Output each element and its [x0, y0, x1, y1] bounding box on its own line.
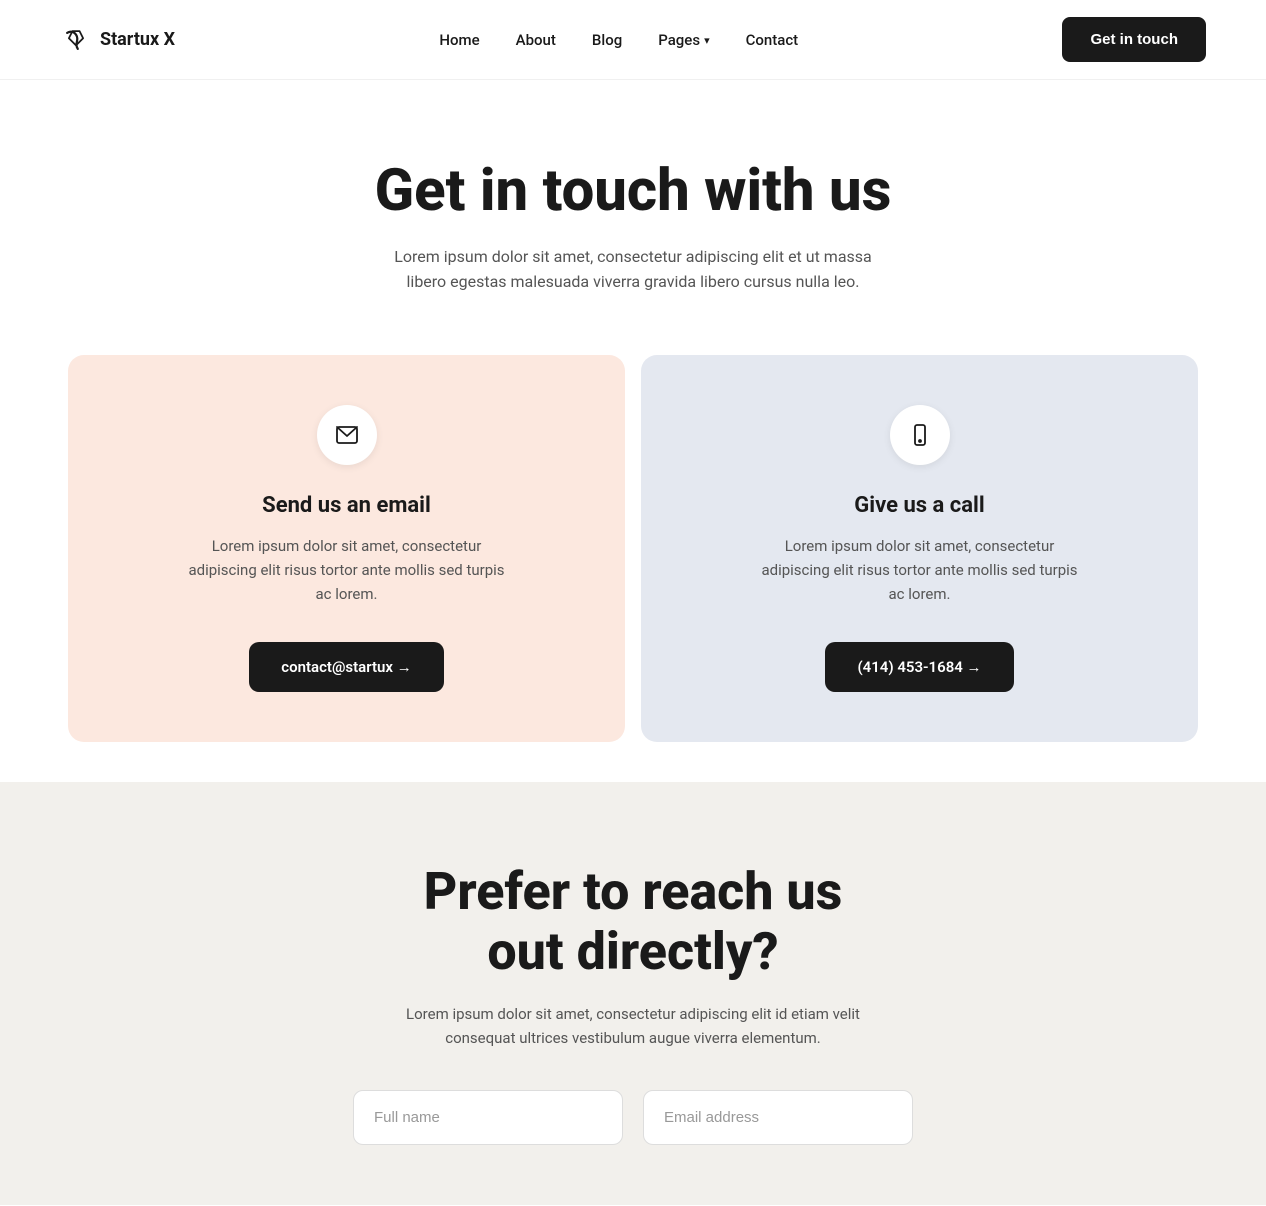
bottom-subtitle: Lorem ipsum dolor sit amet, consectetur … — [383, 1002, 883, 1050]
nav-links: Home About Blog Pages ▾ Contact — [439, 30, 798, 49]
email-card: Send us an email Lorem ipsum dolor sit a… — [68, 355, 625, 742]
hero-title: Get in touch with us — [60, 160, 1206, 224]
contact-form — [353, 1090, 913, 1145]
phone-icon — [908, 423, 932, 447]
bottom-title: Prefer to reach us out directly? — [403, 862, 863, 982]
navbar: Startux X Home About Blog Pages ▾ Contac… — [0, 0, 1266, 80]
cards-section: Send us an email Lorem ipsum dolor sit a… — [0, 355, 1266, 742]
logo-text: Startux X — [100, 29, 175, 50]
nav-pages-dropdown[interactable]: Pages ▾ — [658, 31, 709, 49]
phone-icon-wrapper — [890, 405, 950, 465]
bottom-section: Prefer to reach us out directly? Lorem i… — [0, 782, 1266, 1205]
email-input[interactable] — [643, 1090, 913, 1145]
phone-card: Give us a call Lorem ipsum dolor sit ame… — [641, 355, 1198, 742]
email-icon — [335, 423, 359, 447]
phone-card-title: Give us a call — [681, 493, 1158, 518]
get-in-touch-button[interactable]: Get in touch — [1062, 17, 1206, 62]
hero-section: Get in touch with us Lorem ipsum dolor s… — [0, 80, 1266, 355]
nav-home[interactable]: Home — [439, 31, 479, 49]
nav-blog[interactable]: Blog — [592, 31, 622, 49]
phone-card-button[interactable]: (414) 453-1684 → — [825, 642, 1013, 692]
email-card-button[interactable]: contact@startux → — [249, 642, 443, 692]
nav-about[interactable]: About — [516, 31, 556, 49]
logo-icon — [60, 24, 92, 56]
hero-subtitle: Lorem ipsum dolor sit amet, consectetur … — [383, 244, 883, 295]
nav-contact[interactable]: Contact — [746, 31, 799, 49]
phone-card-description: Lorem ipsum dolor sit amet, consectetur … — [760, 534, 1080, 606]
full-name-input[interactable] — [353, 1090, 623, 1145]
chevron-down-icon: ▾ — [704, 34, 710, 47]
logo[interactable]: Startux X — [60, 24, 175, 56]
email-card-description: Lorem ipsum dolor sit amet, consectetur … — [187, 534, 507, 606]
email-icon-wrapper — [317, 405, 377, 465]
email-card-title: Send us an email — [108, 493, 585, 518]
